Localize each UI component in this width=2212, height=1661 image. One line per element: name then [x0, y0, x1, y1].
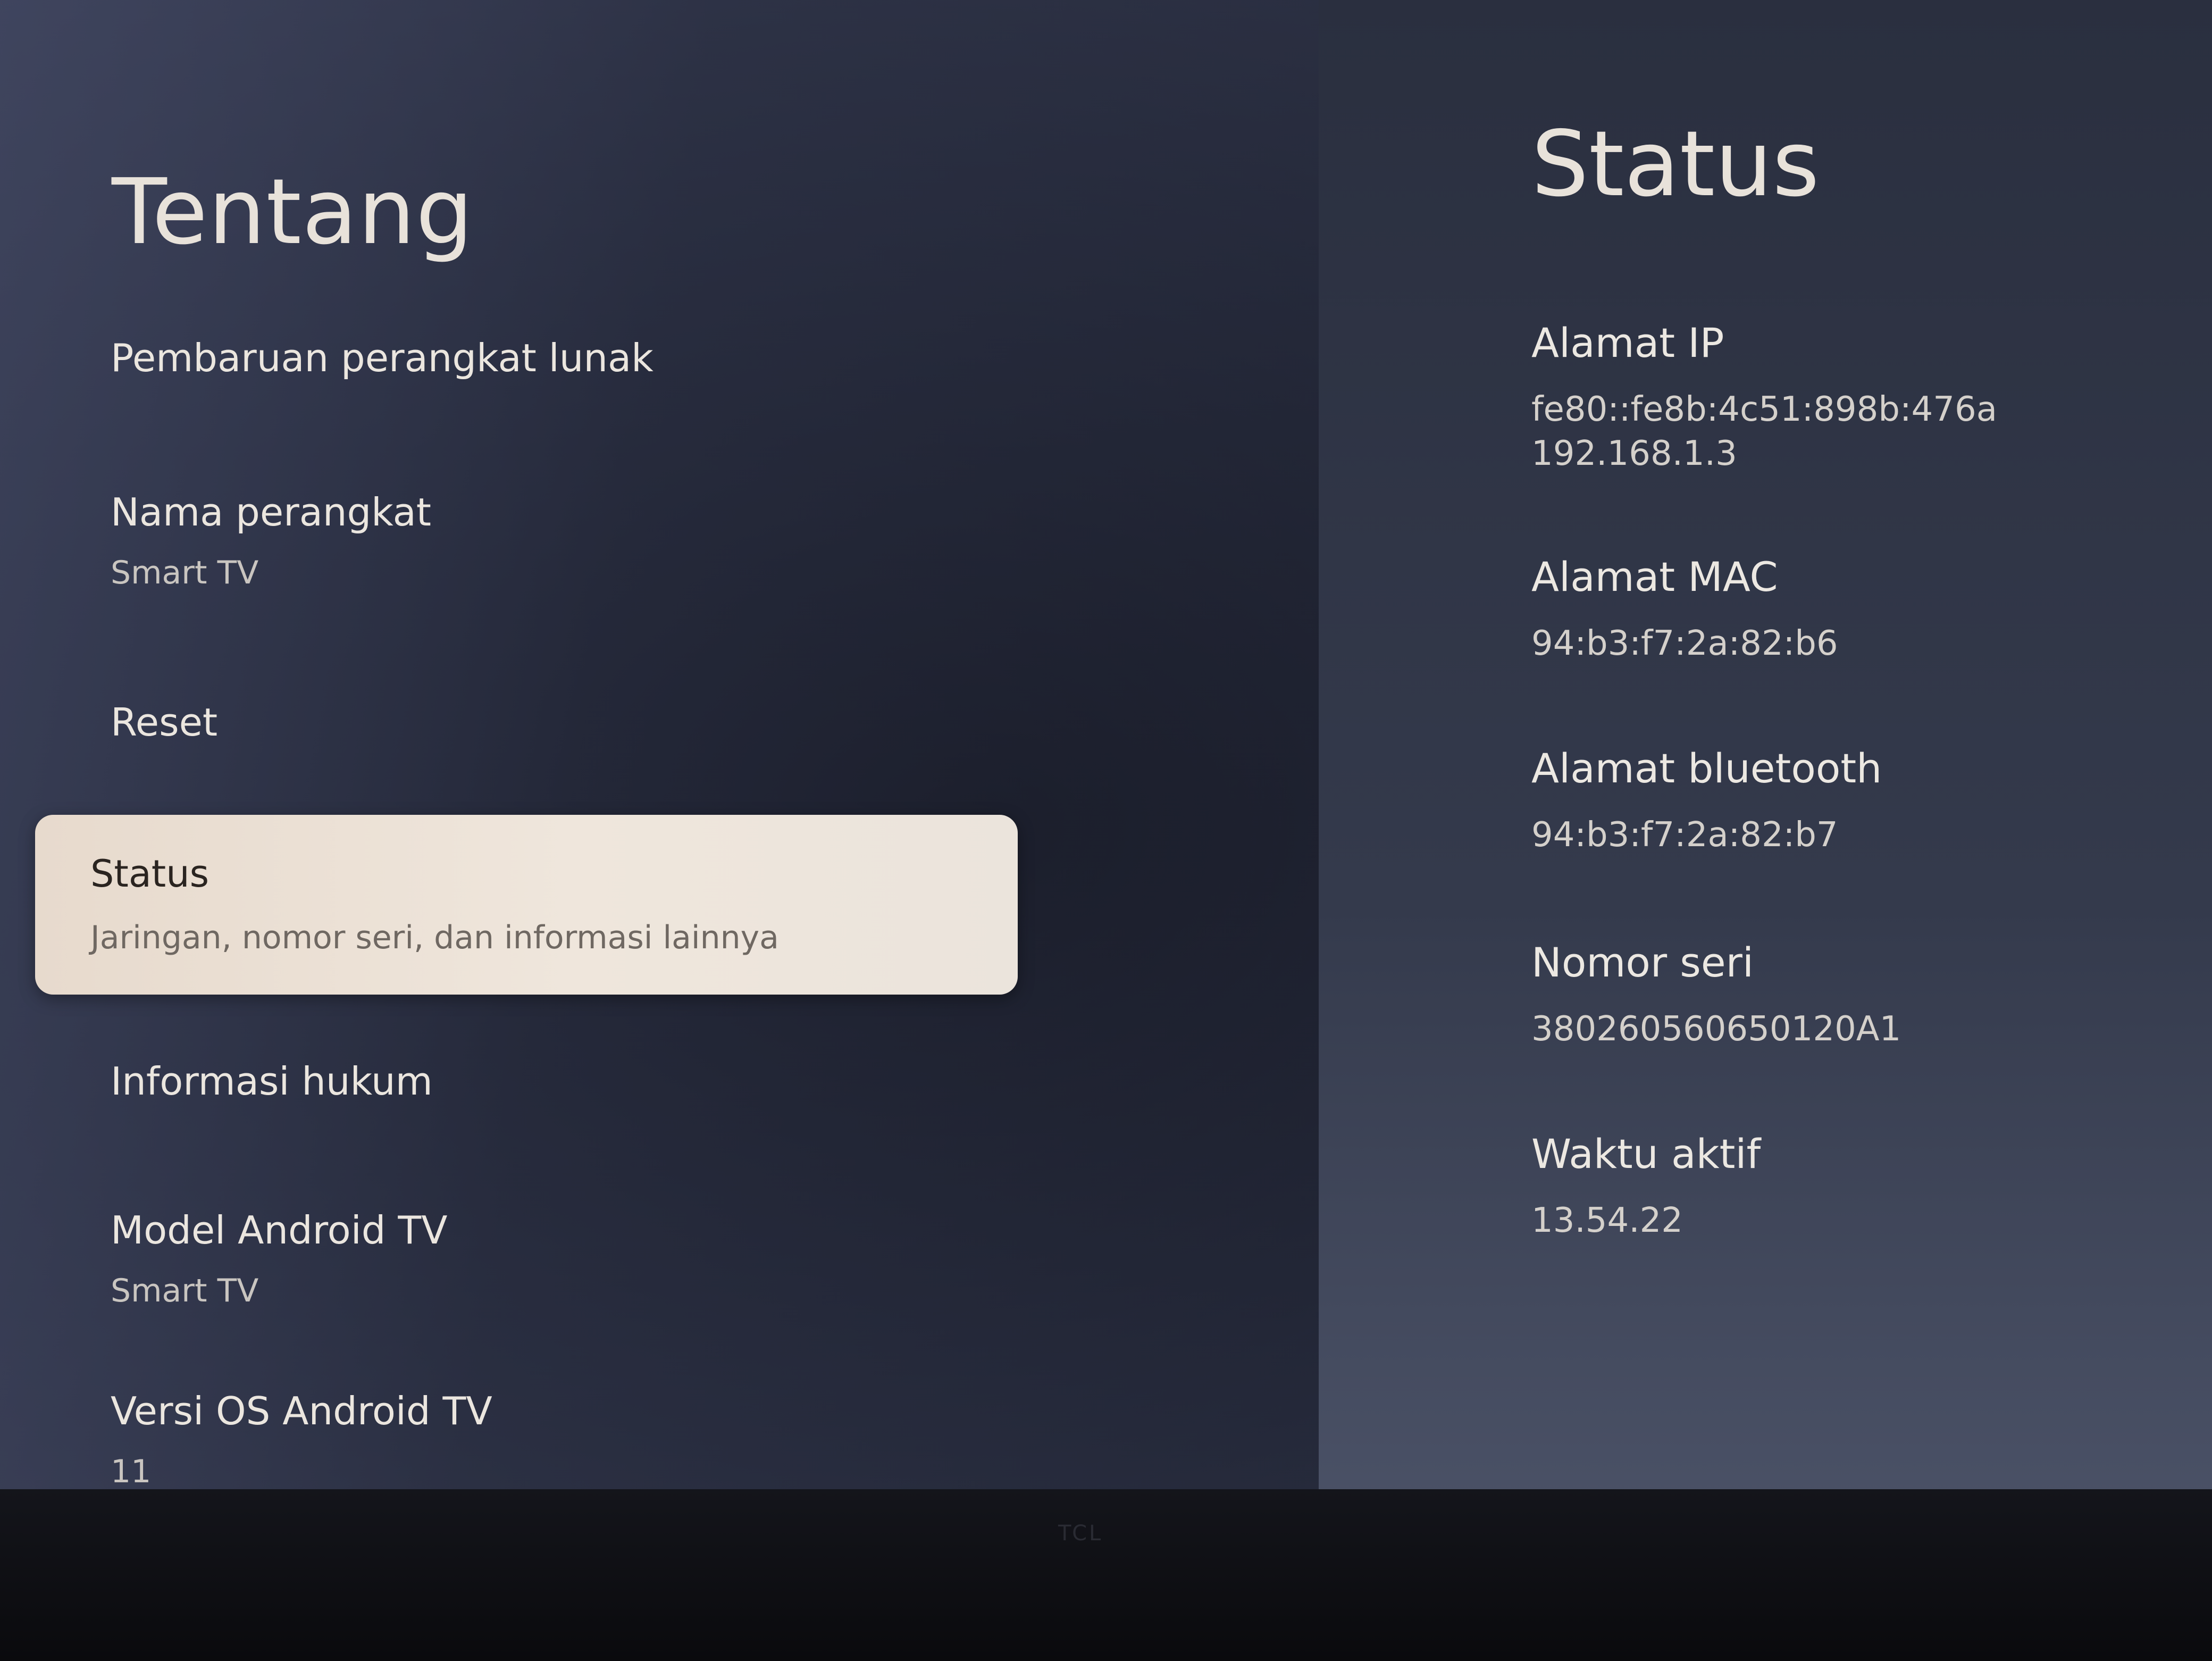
detail-title: Status: [1531, 112, 1820, 217]
menu-item-label: Informasi hukum: [111, 1059, 433, 1104]
menu-item-subtitle: Jaringan, nomor seri, dan informasi lain…: [90, 919, 779, 956]
tv-screen: Tentang Pembaruan perangkat lunak Nama p…: [0, 0, 2212, 1505]
field-label: Waktu aktif: [1531, 1130, 1761, 1178]
ipv6-address: fe80::fe8b:4c51:898b:476a: [1531, 390, 1997, 429]
field-label: Nomor seri: [1531, 939, 1754, 986]
menu-item-label: Pembaruan perangkat lunak: [111, 336, 653, 380]
menu-item-subtitle: Smart TV: [111, 554, 259, 592]
ip-address-field: Alamat IP fe80::fe8b:4c51:898b:476a 192.…: [1531, 319, 2169, 476]
field-label: Alamat MAC: [1531, 553, 1778, 600]
menu-item-label: Reset: [111, 700, 218, 745]
menu-item-android-tv-os-version[interactable]: Versi OS Android TV 11: [111, 1388, 1015, 1490]
page-title: Tentang: [112, 160, 474, 265]
field-label: Alamat bluetooth: [1531, 745, 1882, 792]
menu-item-label: Nama perangkat: [111, 490, 431, 535]
menu-item-label: Model Android TV: [111, 1208, 448, 1253]
bluetooth-address-field: Alamat bluetooth 94:b3:f7:2a:82:b7: [1531, 745, 2169, 857]
field-value: 13.54.22: [1531, 1201, 1683, 1240]
field-value: 94:b3:f7:2a:82:b7: [1531, 815, 1838, 855]
menu-item-legal-info[interactable]: Informasi hukum: [111, 1058, 1015, 1104]
menu-item-label: Versi OS Android TV: [111, 1389, 492, 1433]
mac-address-field: Alamat MAC 94:b3:f7:2a:82:b6: [1531, 553, 2169, 666]
menu-item-software-update[interactable]: Pembaruan perangkat lunak: [111, 335, 1015, 381]
menu-item-label: Status: [90, 852, 210, 896]
menu-item-device-name[interactable]: Nama perangkat Smart TV: [111, 489, 1015, 591]
menu-item-subtitle: Smart TV: [111, 1272, 259, 1310]
menu-item-status-selected[interactable]: Status Jaringan, nomor seri, dan informa…: [35, 815, 1018, 995]
tv-bezel: [0, 1489, 2212, 1661]
ipv4-address: 192.168.1.3: [1531, 434, 1737, 474]
serial-number-field: Nomor seri 380260560650120A1: [1531, 939, 2169, 1051]
settings-menu-panel: Tentang Pembaruan perangkat lunak Nama p…: [0, 0, 1319, 1505]
field-value: fe80::fe8b:4c51:898b:476a 192.168.1.3: [1531, 388, 2169, 476]
field-value: 380260560650120A1: [1531, 1009, 1901, 1049]
menu-item-subtitle: 11: [111, 1453, 152, 1491]
field-value: 94:b3:f7:2a:82:b6: [1531, 624, 1838, 663]
uptime-field: Waktu aktif 13.54.22: [1531, 1130, 2169, 1243]
menu-item-android-tv-model[interactable]: Model Android TV Smart TV: [111, 1207, 1015, 1309]
menu-item-reset[interactable]: Reset: [111, 699, 1015, 745]
brand-logo: TCL: [1058, 1521, 1103, 1546]
field-label: Alamat IP: [1531, 319, 1724, 366]
